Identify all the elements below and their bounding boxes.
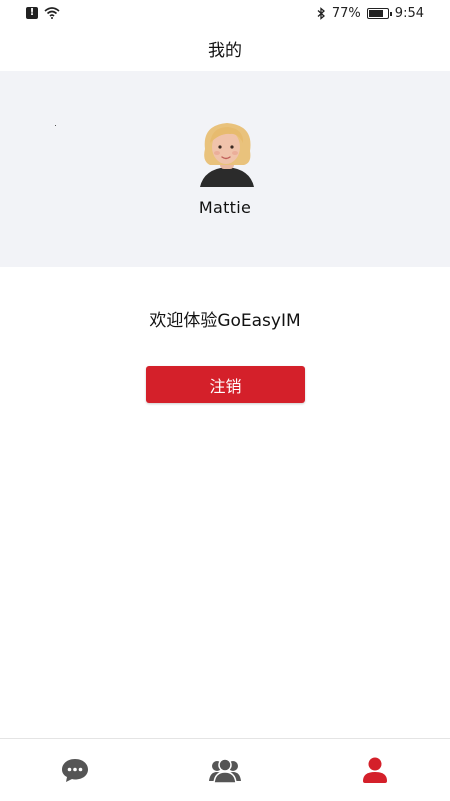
battery-icon: [366, 7, 392, 19]
welcome-text: 欢迎体验GoEasyIM: [149, 311, 301, 331]
logout-button[interactable]: 注销: [146, 366, 305, 403]
battery-percent: 77%: [331, 5, 361, 21]
contacts-icon: [209, 758, 241, 783]
tab-contacts[interactable]: [150, 739, 300, 801]
status-left: !: [26, 7, 60, 19]
speck: [55, 125, 56, 126]
avatar[interactable]: [196, 119, 258, 187]
tab-profile[interactable]: [300, 739, 450, 801]
wifi-icon: [44, 7, 60, 19]
page-title: 我的: [208, 41, 242, 61]
user-name: Mattie: [198, 198, 252, 217]
user-icon: [363, 757, 387, 783]
bluetooth-icon: [317, 6, 325, 20]
status-bar: ! 77% 9:54: [0, 0, 450, 26]
clock: 9:54: [394, 5, 424, 21]
tab-conversations[interactable]: [0, 739, 150, 801]
alert-icon: !: [26, 7, 38, 19]
tab-bar: [0, 738, 450, 801]
chat-bubble-icon: [62, 759, 88, 782]
status-right: 77% 9:54: [317, 6, 424, 21]
battery-level: [368, 9, 383, 17]
